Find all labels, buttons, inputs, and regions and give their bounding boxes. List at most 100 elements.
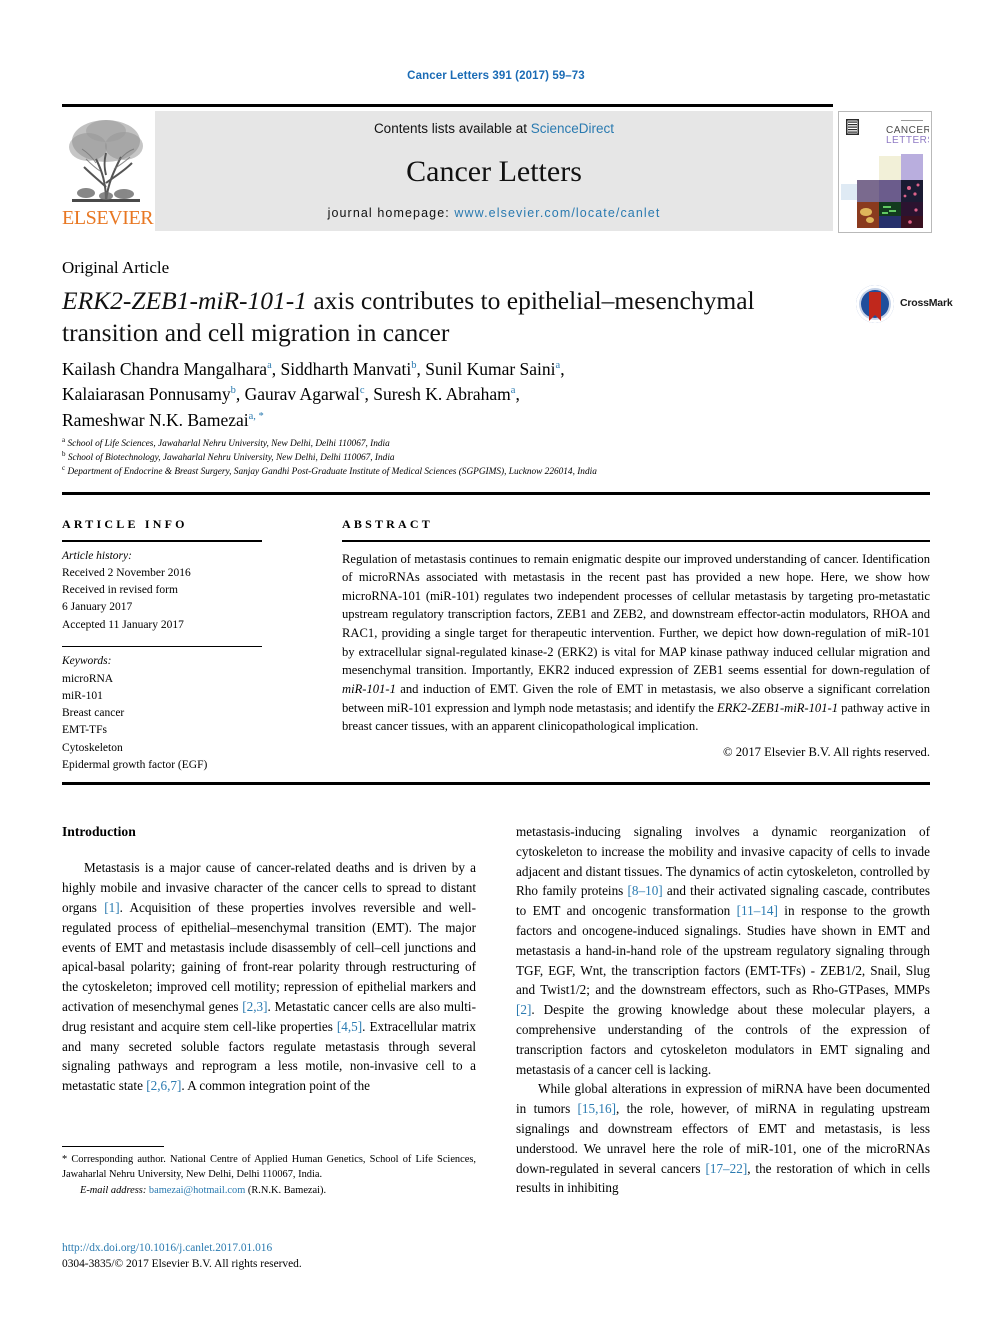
body-column-right: metastasis-inducing signaling involves a… bbox=[516, 822, 930, 1198]
history-item: Received 2 November 2016 bbox=[62, 566, 191, 579]
citation-ref[interactable]: [2,3] bbox=[242, 999, 267, 1014]
crossmark-label: CrossMark bbox=[900, 297, 953, 309]
author-affiliation-marker: a bbox=[267, 360, 272, 372]
affiliation-marker: b bbox=[62, 450, 66, 459]
citation-ref[interactable]: [15,16] bbox=[578, 1101, 616, 1116]
abstract-italic-2: ERK2-ZEB1-miR-101-1 bbox=[716, 700, 839, 715]
keywords-label: Keywords: bbox=[62, 655, 112, 668]
keyword-item: Epidermal growth factor (EGF) bbox=[62, 758, 208, 771]
history-item: Received in revised form bbox=[62, 584, 178, 597]
affiliation-item: c Department of Endocrine & Breast Surge… bbox=[62, 465, 862, 479]
article-info-column: Article history: Received 2 November 201… bbox=[62, 540, 262, 784]
homepage-prefix: journal homepage: bbox=[327, 206, 455, 220]
journal-cover-thumbnail: CANCER LETTERS bbox=[838, 111, 932, 233]
text-run: . Despite the growing knowledge about th… bbox=[516, 1002, 930, 1077]
abstract-block-bottom-rule bbox=[62, 782, 930, 785]
article-history-block: Article history: Received 2 November 201… bbox=[62, 548, 262, 634]
author-name[interactable]: Sunil Kumar Saini bbox=[425, 359, 555, 379]
author-name[interactable]: Siddharth Manvati bbox=[280, 359, 411, 379]
doi-link[interactable]: http://dx.doi.org/10.1016/j.canlet.2017.… bbox=[62, 1240, 492, 1256]
page-title: ERK2-ZEB1-miR-101-1 axis contributes to … bbox=[62, 285, 762, 349]
contents-lists-line: Contents lists available at ScienceDirec… bbox=[155, 121, 833, 136]
journal-title: Cancer Letters bbox=[406, 155, 582, 188]
citation-ref[interactable]: [11–14] bbox=[737, 903, 778, 918]
abstract-part-1: Regulation of metastasis continues to re… bbox=[342, 551, 930, 678]
journal-homepage-line: journal homepage: www.elsevier.com/locat… bbox=[155, 206, 833, 220]
crossmark-circle-icon bbox=[856, 285, 894, 323]
text-run: . Acquisition of these properties involv… bbox=[62, 899, 476, 1014]
keyword-item: Breast cancer bbox=[62, 707, 125, 720]
corresponding-author-footnote: * Corresponding author. National Centre … bbox=[62, 1152, 476, 1198]
abstract-heading: ABSTRACT bbox=[342, 517, 433, 531]
affiliation-item: a School of Life Sciences, Jawaharlal Ne… bbox=[62, 435, 862, 451]
author-name[interactable]: Gaurav Agarwal bbox=[245, 384, 360, 404]
title-italic-part: ERK2-ZEB1-miR-101-1 bbox=[62, 286, 308, 315]
abstract-body: Regulation of metastasis continues to re… bbox=[342, 550, 930, 736]
section-heading-introduction: Introduction bbox=[62, 824, 136, 839]
author-list: Kailash Chandra Mangalharaa, Siddharth M… bbox=[62, 359, 565, 430]
keyword-item: Cytoskeleton bbox=[62, 741, 123, 754]
citation-ref[interactable]: [4,5] bbox=[337, 1019, 362, 1034]
article-history-label: Article history: bbox=[62, 549, 132, 562]
page-footer: http://dx.doi.org/10.1016/j.canlet.2017.… bbox=[62, 1240, 492, 1272]
email-link[interactable]: bamezai@hotmail.com bbox=[149, 1185, 245, 1196]
masthead-top-rule bbox=[62, 104, 833, 107]
crossmark-badge[interactable]: CrossMark bbox=[856, 284, 953, 326]
citation-ref[interactable]: [17–22] bbox=[705, 1161, 747, 1176]
abstract-block-top-rule bbox=[62, 492, 930, 495]
citation-ref[interactable]: [2,6,7] bbox=[146, 1078, 181, 1093]
keyword-item: miR-101 bbox=[62, 689, 103, 702]
keywords-block: Keywords: microRNA miR-101 Breast cancer… bbox=[62, 653, 262, 774]
affiliation-list: a School of Life Sciences, Jawaharlal Ne… bbox=[62, 435, 862, 479]
email-owner: (R.N.K. Bamezai). bbox=[245, 1184, 327, 1196]
author-affiliation-marker: b bbox=[411, 360, 417, 372]
abstract-italic-1: miR-101-1 bbox=[342, 681, 396, 696]
crossmark-bookmark-icon bbox=[869, 292, 881, 321]
author-affiliation-marker: a, * bbox=[248, 410, 264, 422]
footnote-text: Corresponding author. National Centre of… bbox=[62, 1154, 476, 1181]
keyword-item: EMT-TFs bbox=[62, 724, 107, 737]
article-info-heading: ARTICLE INFO bbox=[62, 517, 188, 531]
affiliation-text: School of Life Sciences, Jawaharlal Nehr… bbox=[67, 439, 390, 449]
history-item: Accepted 11 January 2017 bbox=[62, 618, 184, 631]
author-affiliation-marker: a bbox=[510, 385, 516, 397]
paper-page: Cancer Letters 391 (2017) 59–73 ELSEVIER… bbox=[0, 0, 992, 1323]
elsevier-logo: ELSEVIER bbox=[62, 111, 154, 231]
author-affiliation-marker: a bbox=[555, 360, 561, 372]
article-info-rule bbox=[62, 540, 262, 542]
keyword-item: microRNA bbox=[62, 672, 114, 685]
author-name[interactable]: Kalaiarasan Ponnusamy bbox=[62, 384, 231, 404]
author-name[interactable]: Rameshwar N.K. Bamezai bbox=[62, 410, 249, 430]
affiliation-text: School of Biotechnology, Jawaharlal Nehr… bbox=[67, 453, 395, 464]
author-name[interactable]: Suresh K. Abraham bbox=[373, 384, 511, 404]
history-item: 6 January 2017 bbox=[62, 601, 133, 614]
author-affiliation-marker: b bbox=[230, 385, 236, 397]
svg-text:LETTERS: LETTERS bbox=[886, 135, 929, 146]
contents-lists-prefix: Contents lists available at bbox=[373, 121, 531, 136]
text-run: . A common integration point of the bbox=[181, 1078, 371, 1094]
issn-copyright-line: 0304-3835/© 2017 Elsevier B.V. All right… bbox=[62, 1258, 302, 1271]
elsevier-tree-icon bbox=[66, 113, 146, 205]
author-affiliation-marker: c bbox=[359, 385, 365, 397]
abstract-rule bbox=[342, 540, 930, 542]
author-name[interactable]: Kailash Chandra Mangalhara bbox=[62, 359, 267, 379]
paragraph: While global alterations in expression o… bbox=[516, 1079, 930, 1198]
body-column-left: Introduction Metastasis is a major cause… bbox=[62, 822, 476, 1096]
keywords-rule bbox=[62, 645, 262, 648]
article-type: Original Article bbox=[62, 258, 170, 277]
citation-ref[interactable]: [2] bbox=[516, 1002, 531, 1017]
abstract-copyright: © 2017 Elsevier B.V. All rights reserved… bbox=[723, 744, 930, 759]
homepage-link[interactable]: www.elsevier.com/locate/canlet bbox=[454, 206, 660, 220]
journal-banner: Contents lists available at ScienceDirec… bbox=[155, 111, 833, 231]
citation-ref[interactable]: [1] bbox=[104, 900, 119, 915]
email-label: E-mail address: bbox=[80, 1184, 147, 1196]
sciencedirect-link[interactable]: ScienceDirect bbox=[531, 121, 614, 136]
affiliation-text: Department of Endocrine & Breast Surgery… bbox=[67, 467, 597, 478]
running-head: Cancer Letters 391 (2017) 59–73 bbox=[407, 70, 585, 82]
citation-ref[interactable]: [8–10] bbox=[628, 883, 663, 898]
journal-masthead: ELSEVIER Contents lists available at Sci… bbox=[62, 104, 932, 233]
paragraph: metastasis-inducing signaling involves a… bbox=[516, 822, 930, 1079]
affiliation-marker: a bbox=[62, 435, 66, 444]
footnote-rule bbox=[62, 1146, 164, 1148]
affiliation-item: b School of Biotechnology, Jawaharlal Ne… bbox=[62, 451, 862, 465]
